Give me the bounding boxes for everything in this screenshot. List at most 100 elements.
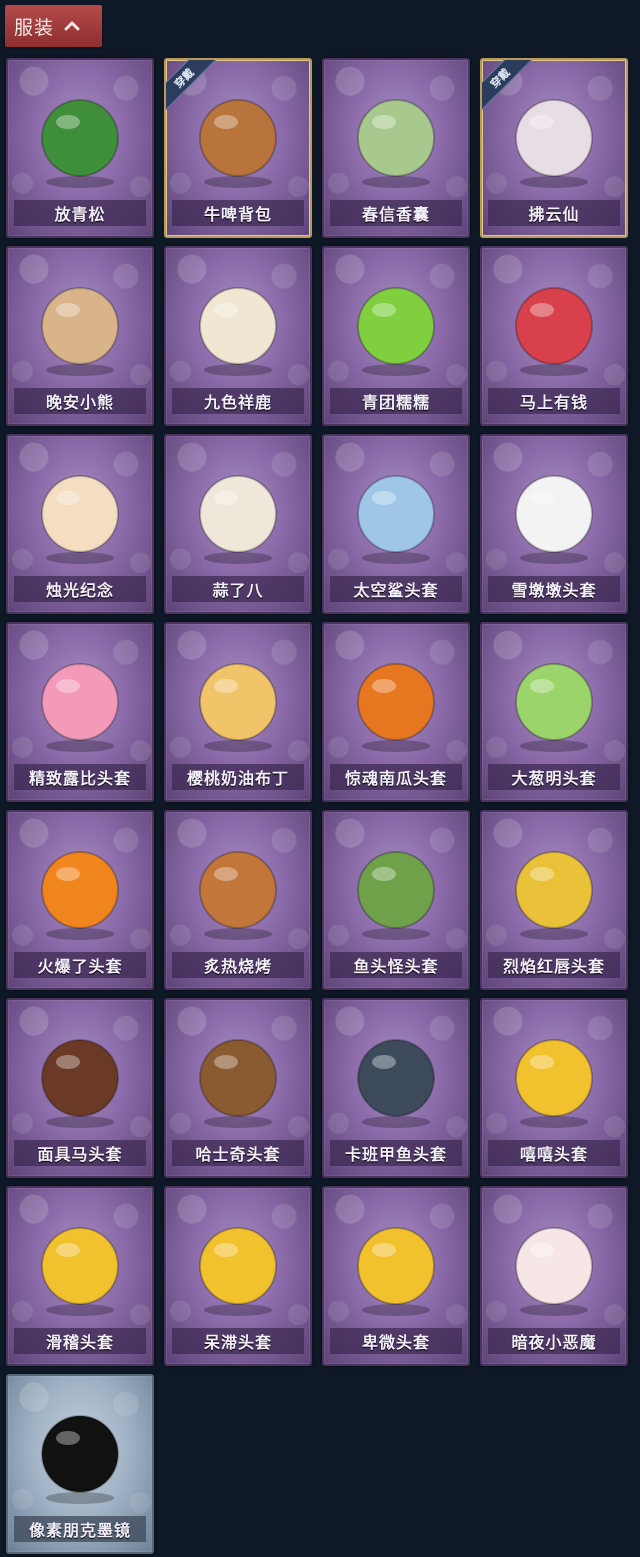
item-label-bar: 惊魂南瓜头套 [330, 764, 462, 790]
scallion-head-icon [515, 663, 593, 752]
item-label: 面具马头套 [37, 1145, 123, 1164]
bear-charm-icon [41, 287, 119, 376]
item-label-bar: 烛光纪念 [14, 576, 146, 602]
pumpkin-head-icon [357, 663, 435, 752]
item-card[interactable]: 樱桃奶油布丁 [164, 622, 312, 802]
item-label: 太空鲨头套 [353, 581, 439, 600]
item-card[interactable]: 鱼头怪头套 [322, 810, 470, 990]
item-card[interactable]: 放青松 [6, 58, 154, 238]
item-label: 火爆了头套 [37, 957, 123, 976]
item-card[interactable]: 晚安小熊 [6, 246, 154, 426]
green-dumpling-icon [357, 287, 435, 376]
item-label-bar: 青团糯糯 [330, 388, 462, 414]
item-card[interactable]: 马上有钱 [480, 246, 628, 426]
item-label: 蒜了八 [212, 581, 264, 600]
item-card[interactable]: 嘻嘻头套 [480, 998, 628, 1178]
item-label-bar: 卡班甲鱼头套 [330, 1140, 462, 1166]
item-label-bar: 马上有钱 [488, 388, 620, 414]
item-label-bar: 像素朋克墨镜 [14, 1516, 146, 1542]
item-card[interactable]: 惊魂南瓜头套 [322, 622, 470, 802]
item-label-bar: 暗夜小恶魔 [488, 1328, 620, 1354]
snowman-head-icon [515, 475, 593, 564]
bonsai-pine-icon [41, 99, 119, 188]
item-card[interactable]: 精致露比头套 [6, 622, 154, 802]
item-card[interactable]: 穿戴 拂云仙 [480, 58, 628, 238]
item-label: 嘻嘻头套 [519, 1145, 588, 1164]
item-label-bar: 鱼头怪头套 [330, 952, 462, 978]
item-label: 拂云仙 [528, 205, 580, 224]
item-card[interactable]: 大葱明头套 [480, 622, 628, 802]
item-card[interactable]: 炙热烧烤 [164, 810, 312, 990]
item-label-bar: 太空鲨头套 [330, 576, 462, 602]
item-label: 马上有钱 [519, 393, 588, 412]
item-label: 像素朋克墨镜 [28, 1521, 131, 1540]
item-label-bar: 拂云仙 [488, 200, 620, 226]
item-card[interactable]: 滑稽头套 [6, 1186, 154, 1366]
item-card[interactable]: 面具马头套 [6, 998, 154, 1178]
red-horse-icon [515, 287, 593, 376]
item-label: 哈士奇头套 [195, 1145, 281, 1164]
item-card[interactable]: 青团糯糯 [322, 246, 470, 426]
item-label-bar: 滑稽头套 [14, 1328, 146, 1354]
item-label: 卡班甲鱼头套 [344, 1145, 447, 1164]
category-title: 服装 [14, 16, 55, 39]
item-label: 放青松 [54, 205, 106, 224]
item-label: 卑微头套 [361, 1333, 430, 1352]
pink-beaver-head-icon [41, 663, 119, 752]
item-label: 春信香囊 [361, 205, 430, 224]
item-label: 暗夜小恶魔 [511, 1333, 597, 1352]
item-card[interactable]: 烈焰红唇头套 [480, 810, 628, 990]
item-label-bar: 春信香囊 [330, 200, 462, 226]
item-card[interactable]: 雪墩墩头套 [480, 434, 628, 614]
item-card[interactable]: 呆滞头套 [164, 1186, 312, 1366]
pudding-icon [199, 663, 277, 752]
horse-mask-icon [41, 1039, 119, 1128]
item-label: 青团糯糯 [361, 393, 430, 412]
cow-beer-mug-icon [199, 99, 277, 188]
item-label-bar: 晚安小熊 [14, 388, 146, 414]
item-card[interactable]: 蒜了八 [164, 434, 312, 614]
bbq-meat-icon [199, 851, 277, 940]
item-label: 樱桃奶油布丁 [186, 769, 289, 788]
item-card[interactable]: 春信香囊 [322, 58, 470, 238]
fish-blob-head-icon [357, 1039, 435, 1128]
item-card[interactable]: 暗夜小恶魔 [480, 1186, 628, 1366]
yellow-mask-sunglasses-icon [515, 851, 593, 940]
cloud-fairy-charm-icon [515, 99, 593, 188]
item-label: 雪墩墩头套 [511, 581, 597, 600]
item-label: 炙热烧烤 [203, 957, 272, 976]
sachet-icon [357, 99, 435, 188]
item-label-bar: 嘻嘻头套 [488, 1140, 620, 1166]
item-card[interactable]: 哈士奇头套 [164, 998, 312, 1178]
item-label-bar: 九色祥鹿 [172, 388, 304, 414]
item-label-bar: 放青松 [14, 200, 146, 226]
item-card[interactable]: 太空鲨头套 [322, 434, 470, 614]
item-card[interactable]: 火爆了头套 [6, 810, 154, 990]
item-card[interactable]: 卑微头套 [322, 1186, 470, 1366]
shark-head-icon [357, 475, 435, 564]
item-label: 晚安小熊 [45, 393, 114, 412]
garlic-icon [199, 475, 277, 564]
grin-emoji-icon [515, 1039, 593, 1128]
item-label-bar: 面具马头套 [14, 1140, 146, 1166]
item-label-bar: 哈士奇头套 [172, 1140, 304, 1166]
item-label-bar: 炙热烧烤 [172, 952, 304, 978]
category-header-toggle[interactable]: 服装 [5, 5, 102, 47]
item-label-bar: 精致露比头套 [14, 764, 146, 790]
item-label: 大葱明头套 [511, 769, 597, 788]
item-card[interactable]: 像素朋克墨镜 [6, 1374, 154, 1554]
item-label: 惊魂南瓜头套 [344, 769, 447, 788]
item-label-bar: 呆滞头套 [172, 1328, 304, 1354]
item-label: 精致露比头套 [28, 769, 131, 788]
item-card[interactable]: 烛光纪念 [6, 434, 154, 614]
chevron-up-icon [64, 21, 80, 31]
item-card[interactable]: 九色祥鹿 [164, 246, 312, 426]
item-label-bar: 火爆了头套 [14, 952, 146, 978]
item-card[interactable]: 穿戴 牛啤背包 [164, 58, 312, 238]
smirk-emoji-icon [41, 1227, 119, 1316]
item-label: 牛啤背包 [203, 205, 272, 224]
item-label-bar: 牛啤背包 [172, 200, 304, 226]
item-label-bar: 雪墩墩头套 [488, 576, 620, 602]
item-card[interactable]: 卡班甲鱼头套 [322, 998, 470, 1178]
little-devil-icon [515, 1227, 593, 1316]
